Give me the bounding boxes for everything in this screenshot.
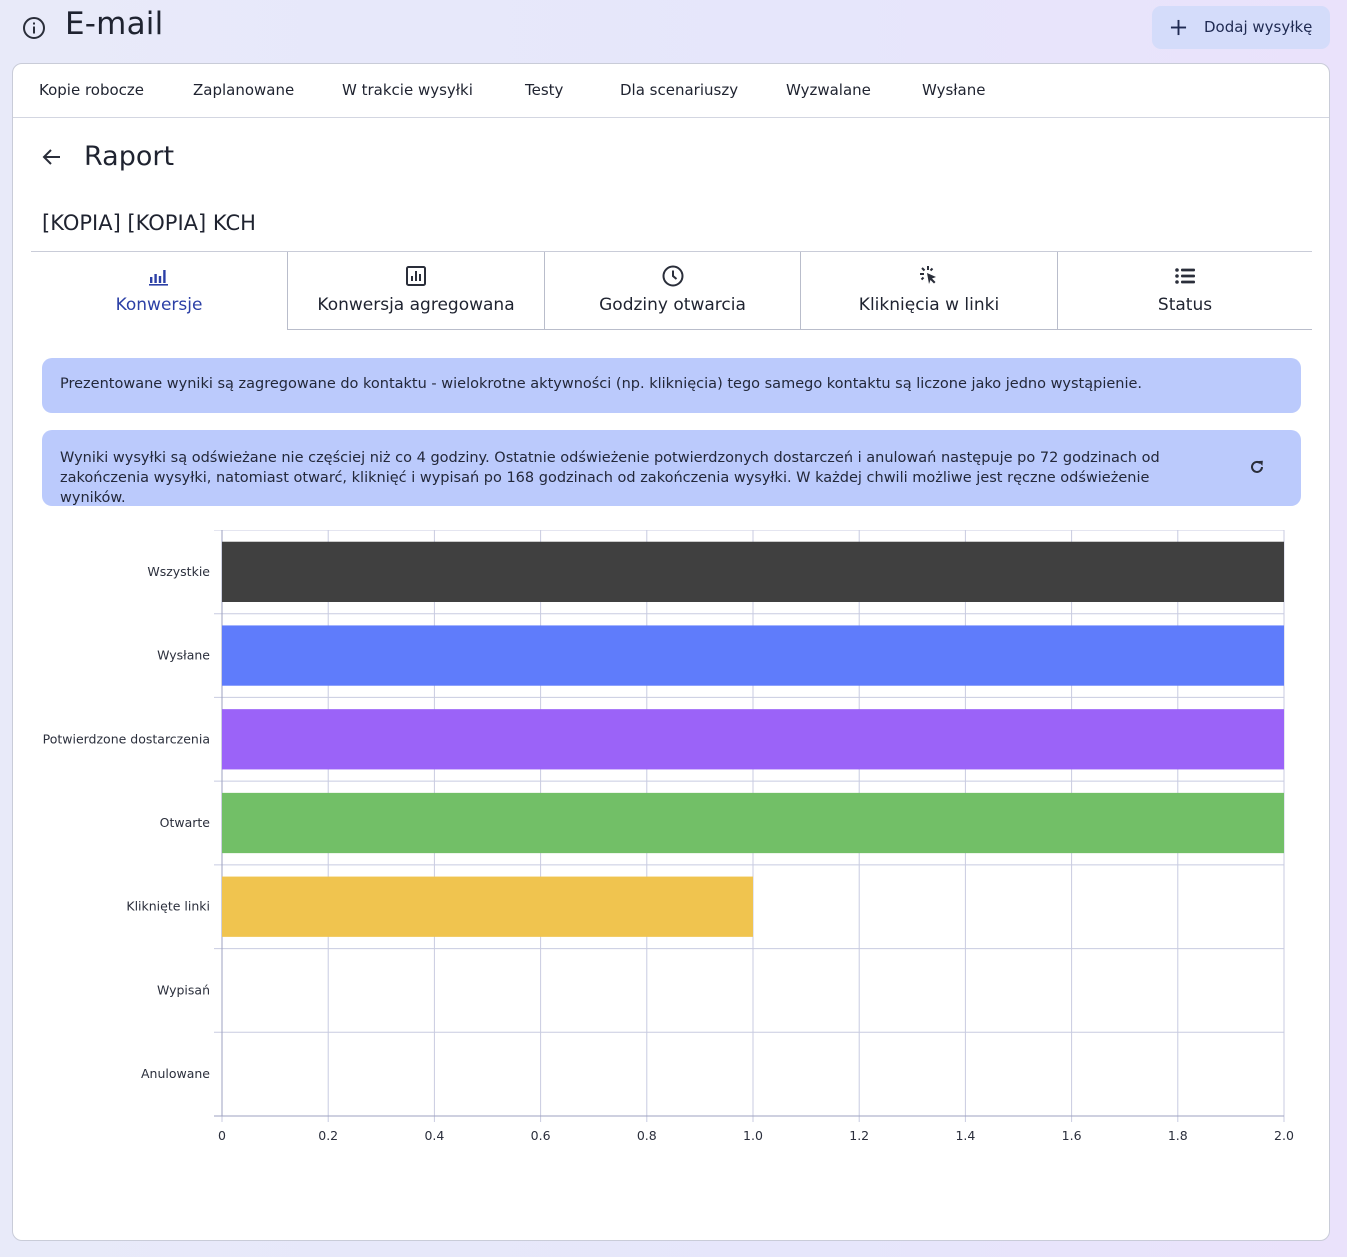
conversion-chart-svg: 0 0.2 0.4 0.6 0.8 1.0 1.2 1.4 1.6 1.8 2.0 Wszystkie… — [43, 530, 1294, 1143]
tab-tests[interactable]: Testy — [525, 81, 563, 99]
x-tick-label: 0.8 — [637, 1128, 657, 1143]
category-label: Anulowane — [141, 1066, 210, 1081]
category-label: Kliknięte linki — [126, 899, 210, 914]
bar — [222, 625, 1284, 686]
tab-scenarios[interactable]: Dla scenariuszy — [620, 81, 738, 99]
tab-sent[interactable]: Wysłane — [922, 81, 985, 99]
status-tabs: Kopie robocze Zaplanowane W trakcie wysy… — [13, 64, 1329, 118]
bar — [222, 876, 753, 937]
bar-chart-icon — [149, 270, 168, 286]
category-label: Wypisań — [157, 982, 210, 997]
page-title: Raport — [84, 141, 175, 172]
add-shipment-label: Dodaj wysyłkę — [1204, 18, 1313, 36]
plus-icon — [1170, 19, 1187, 36]
app-title: E-mail — [65, 6, 164, 42]
tab-opening-hours-label: Godziny otwarcia — [599, 295, 746, 315]
analytics-icon — [406, 266, 426, 286]
list-icon — [1175, 268, 1195, 284]
category-label: Wszystkie — [147, 564, 210, 579]
conversion-chart: 0 0.2 0.4 0.6 0.8 1.0 1.2 1.4 1.6 1.8 2.0 Wszystkie… — [13, 530, 1329, 1150]
bar — [222, 709, 1284, 770]
x-tick-label: 0.2 — [318, 1128, 338, 1143]
x-tick-label: 1.2 — [849, 1128, 869, 1143]
top-bar: E-mail Dodaj wysyłkę — [0, 0, 1347, 56]
tab-in-progress[interactable]: W trakcie wysyłki — [342, 81, 473, 99]
info-icon[interactable] — [22, 16, 46, 40]
tab-link-clicks-label: Kliknięcia w linki — [858, 295, 1000, 315]
category-label: Wysłane — [157, 648, 210, 663]
tab-drafts[interactable]: Kopie robocze — [39, 81, 144, 99]
x-tick-label: 1.8 — [1168, 1128, 1188, 1143]
tab-aggregated-conversion-label: Konwersja agregowana — [317, 295, 515, 315]
category-label: Potwierdzone dostarczenia — [43, 731, 210, 746]
bar — [222, 541, 1284, 602]
x-tick-label: 0.6 — [531, 1128, 551, 1143]
tab-status-label: Status — [1157, 295, 1213, 315]
tab-link-clicks[interactable]: Kliknięcia w linki — [800, 252, 1057, 330]
refresh-icon[interactable] — [1247, 457, 1267, 477]
bar — [222, 792, 1284, 854]
tab-conversions-label: Konwersje — [115, 295, 203, 315]
add-shipment-button[interactable]: Dodaj wysyłkę — [1152, 6, 1330, 49]
tab-conversions[interactable]: Konwersje — [31, 252, 287, 330]
cursor-click-icon — [920, 266, 936, 284]
x-tick-label: 1.6 — [1062, 1128, 1082, 1143]
aggregation-info-text: Prezentowane wyniki są zagregowane do ko… — [60, 376, 1143, 392]
main-card: Kopie robocze Zaplanowane W trakcie wysy… — [12, 63, 1330, 1241]
refresh-info-alert: Wyniki wysyłki są odświeżane nie częście… — [42, 430, 1301, 506]
back-arrow-icon[interactable] — [41, 146, 63, 168]
tab-status[interactable]: Status — [1057, 252, 1312, 330]
tab-opening-hours[interactable]: Godziny otwarcia — [544, 252, 800, 330]
x-tick-label: 0.4 — [424, 1128, 444, 1143]
x-tick-label: 1.4 — [955, 1128, 975, 1143]
refresh-info-text: Wyniki wysyłki są odświeżane nie częście… — [60, 450, 1160, 506]
clock-icon — [662, 265, 683, 287]
tab-scheduled[interactable]: Zaplanowane — [193, 81, 294, 99]
tab-aggregated-conversion[interactable]: Konwersja agregowana — [287, 252, 544, 330]
tab-triggered[interactable]: Wyzwalane — [786, 81, 871, 99]
report-tabs: Konwersje Konwersja agregowana Godziny o… — [31, 251, 1312, 330]
x-tick-label: 1.0 — [743, 1128, 763, 1143]
x-tick-label: 2.0 — [1274, 1128, 1294, 1143]
category-label: Otwarte — [160, 815, 211, 830]
campaign-name: [KOPIA] [KOPIA] KCH — [42, 211, 256, 235]
aggregation-info-alert: Prezentowane wyniki są zagregowane do ko… — [42, 358, 1301, 413]
x-tick-label: 0 — [218, 1128, 226, 1143]
